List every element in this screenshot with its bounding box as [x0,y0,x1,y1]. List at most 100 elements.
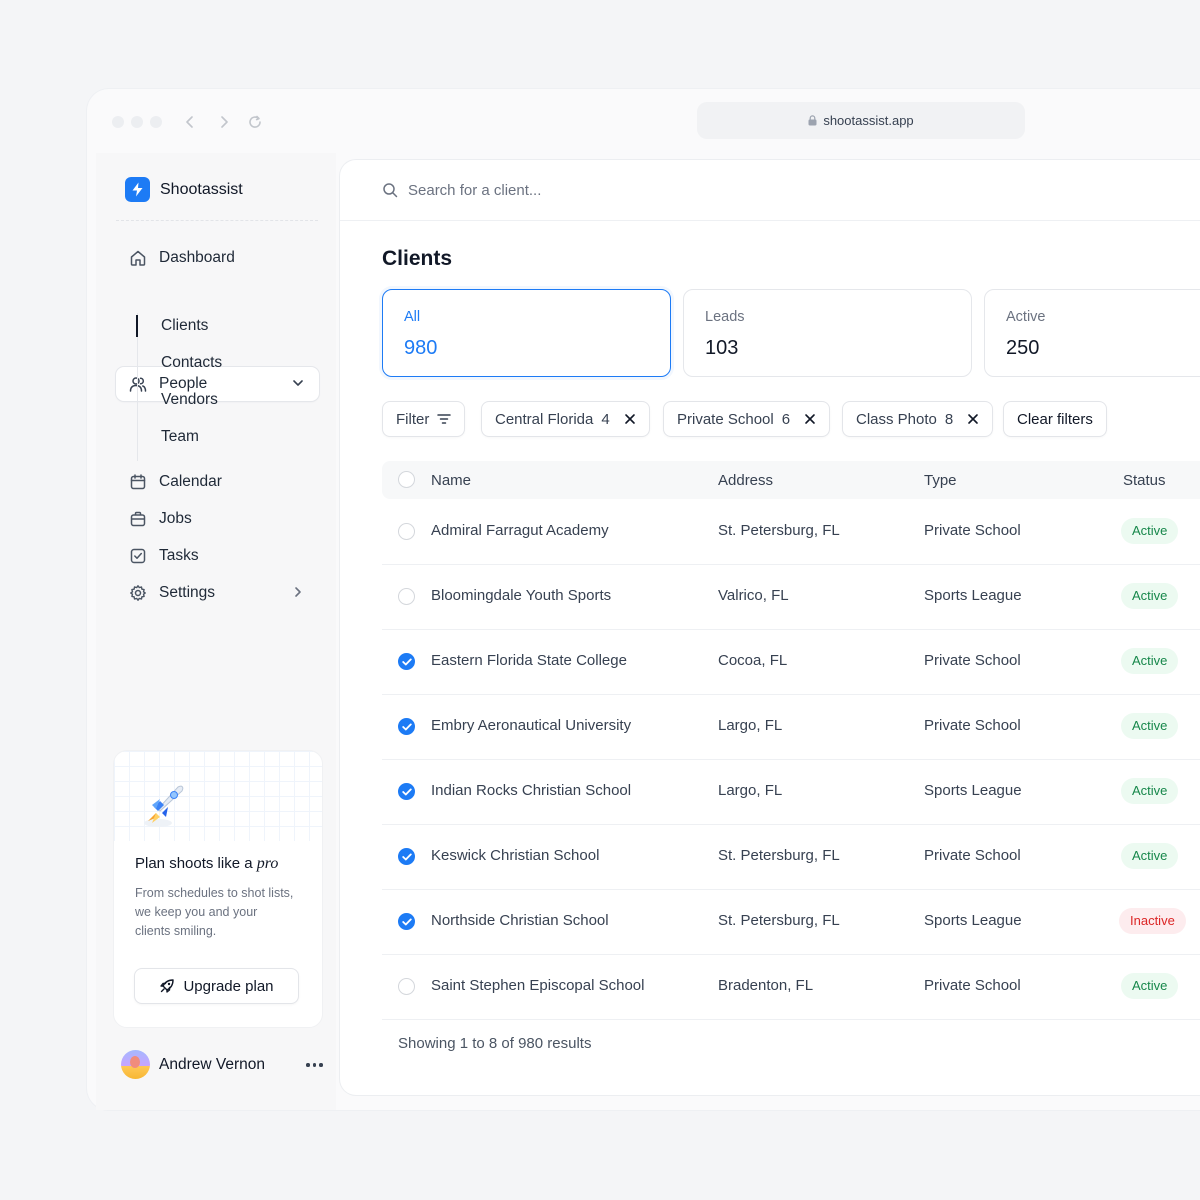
row-checkbox[interactable] [398,978,415,995]
checkmark-icon [401,788,412,795]
stat-card-active[interactable]: Active 250 [984,289,1200,377]
close-icon[interactable] [804,413,816,425]
window-minimize-dot[interactable] [131,116,143,128]
filter-chip-count: 4 [601,410,610,428]
sidebar-subitem-clients[interactable]: Clients [161,314,208,338]
pagination-summary: Showing 1 to 8 of 980 results [398,1035,592,1052]
promo-title-emphasis: pro [256,855,279,872]
filter-button[interactable]: Filter [382,401,466,437]
row-checkbox-checked[interactable] [398,848,415,865]
cell-name[interactable]: Northside Christian School [431,912,609,929]
lock-icon [808,115,817,126]
table-row[interactable]: Keswick Christian School St. Petersburg, … [382,825,1200,890]
stat-card-leads[interactable]: Leads 103 [683,289,972,377]
close-icon[interactable] [967,413,979,425]
row-checkbox-checked[interactable] [398,718,415,735]
stat-card-value: 103 [705,337,739,359]
cell-type: Sports League [924,912,1022,929]
filter-label: Filter [396,410,430,428]
promo-title: Plan shoots like a pro [135,855,278,873]
column-header-status[interactable]: Status [1123,472,1166,489]
cell-address: Valrico, FL [718,587,789,604]
row-checkbox[interactable] [398,523,415,540]
cell-name[interactable]: Indian Rocks Christian School [431,782,631,799]
window-close-dot[interactable] [112,116,124,128]
table-row[interactable]: Indian Rocks Christian School Largo, FL Sp… [382,760,1200,825]
cell-name[interactable]: Bloomingdale Youth Sports [431,587,611,604]
filter-chip-label: Private School [677,410,774,428]
table-row[interactable]: Northside Christian School St. Petersburg… [382,890,1200,955]
cell-type: Sports League [924,587,1022,604]
user-profile[interactable]: Andrew Vernon [121,1050,265,1079]
sidebar: Shootassist Dashboard People Clients Con… [96,153,336,1110]
filter-chip-class-photo[interactable]: Class Photo 8 [842,401,994,437]
calendar-icon [130,474,146,490]
reload-icon[interactable] [242,109,268,135]
sidebar-item-label: Calendar [159,473,222,490]
status-badge: Inactive [1119,908,1186,934]
forward-arrow-icon[interactable] [211,109,237,135]
cell-type: Private School [924,977,1021,994]
stat-card-value: 250 [1006,337,1040,359]
filter-chip-central-florida[interactable]: Central Florida 4 [481,401,650,437]
sidebar-item-dashboard[interactable]: Dashboard [116,241,319,275]
cell-name[interactable]: Embry Aeronautical University [431,717,631,734]
browser-chrome: shootassist.app [87,89,1200,153]
stat-card-value: 980 [404,337,438,359]
table-row[interactable]: Saint Stephen Episcopal School Bradenton,… [382,955,1200,1020]
sidebar-subitem-contacts[interactable]: Contacts [161,351,222,375]
column-header-name[interactable]: Name [431,472,471,489]
column-header-type[interactable]: Type [924,472,957,489]
cell-name[interactable]: Saint Stephen Episcopal School [431,977,644,994]
more-options-icon[interactable] [306,1060,324,1070]
cell-type: Private School [924,717,1021,734]
row-checkbox[interactable] [398,588,415,605]
select-all-checkbox[interactable] [398,471,415,488]
window-maximize-dot[interactable] [150,116,162,128]
row-checkbox-checked[interactable] [398,783,415,800]
address-bar[interactable]: shootassist.app [697,102,1025,139]
sidebar-subitem-team[interactable]: Team [161,425,199,449]
table-row[interactable]: Embry Aeronautical University Largo, FL Pr… [382,695,1200,760]
search-bar[interactable]: Search for a client... [382,180,541,200]
filter-chip-label: Class Photo [856,410,937,428]
cell-name[interactable]: Eastern Florida State College [431,652,627,669]
cell-address: Cocoa, FL [718,652,788,669]
row-checkbox-checked[interactable] [398,653,415,670]
cell-address: St. Petersburg, FL [718,522,840,539]
upgrade-plan-button[interactable]: Upgrade plan [134,968,299,1004]
sidebar-item-label: Settings [159,584,216,601]
cell-name[interactable]: Keswick Christian School [431,847,599,864]
close-icon[interactable] [624,413,636,425]
table-row[interactable]: Admiral Farragut Academy St. Petersburg, … [382,500,1200,565]
sidebar-item-settings[interactable]: Settings [116,576,319,610]
filter-chip-private-school[interactable]: Private School 6 [663,401,831,437]
avatar [121,1050,150,1079]
upgrade-promo-card: Plan shoots like a pro From schedules to… [113,750,323,1028]
home-icon [130,250,146,266]
table-row[interactable]: Eastern Florida State College Cocoa, FL Pr… [382,630,1200,695]
stat-card-all[interactable]: All 980 [382,289,671,377]
table-header: Name Address Type Status [382,461,1200,499]
clear-filters-button[interactable]: Clear filters [1003,401,1107,437]
sidebar-item-tasks[interactable]: Tasks [116,539,319,573]
search-icon [383,183,398,198]
cell-address: St. Petersburg, FL [718,912,840,929]
browser-window: shootassist.app Shootassist Dashboard Pe… [87,89,1200,1110]
back-arrow-icon[interactable] [177,109,203,135]
row-checkbox-checked[interactable] [398,913,415,930]
column-header-address[interactable]: Address [718,472,773,489]
cell-name[interactable]: Admiral Farragut Academy [431,522,609,539]
promo-title-text: Plan shoots like a [135,855,257,872]
rocket-icon [160,979,175,993]
sidebar-item-jobs[interactable]: Jobs [116,502,319,536]
submenu-active-indicator [136,315,138,337]
status-badge: Active [1121,583,1179,609]
search-input[interactable]: Search for a client... [408,182,541,199]
table-row[interactable]: Bloomingdale Youth Sports Valrico, FL Spor… [382,565,1200,630]
gear-icon [130,585,146,601]
cell-type: Sports League [924,782,1022,799]
sidebar-item-calendar[interactable]: Calendar [116,465,319,499]
brand[interactable]: Shootassist [125,177,243,202]
sidebar-subitem-vendors[interactable]: Vendors [161,388,218,412]
